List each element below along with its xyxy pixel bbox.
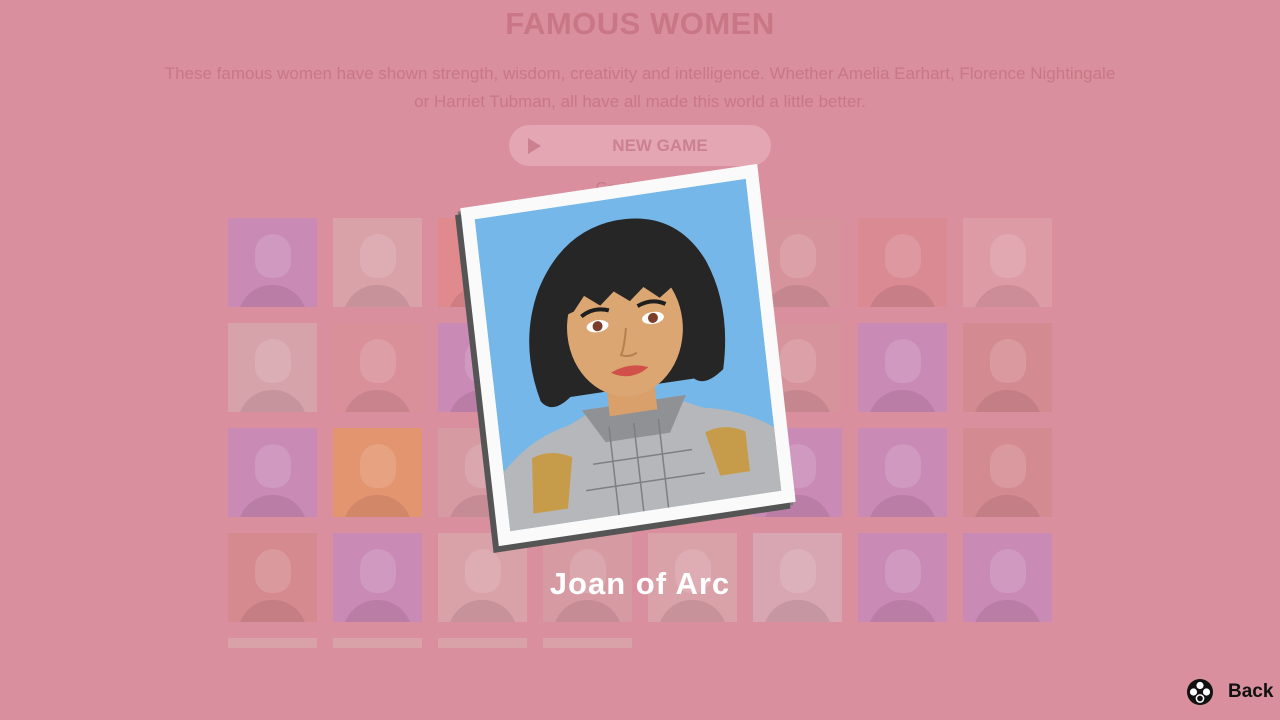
portrait-head xyxy=(255,339,291,383)
portrait-bust xyxy=(973,600,1042,622)
memory-card[interactable] xyxy=(963,428,1052,517)
portrait-bust xyxy=(238,390,307,412)
memory-card[interactable] xyxy=(963,323,1052,412)
portrait-head xyxy=(255,444,291,488)
portrait-bust xyxy=(343,285,412,307)
portrait-bust xyxy=(553,600,622,622)
memory-card[interactable] xyxy=(543,638,632,648)
portrait-head xyxy=(990,444,1026,488)
memory-card[interactable] xyxy=(333,428,422,517)
new-game-label: NEW GAME xyxy=(612,136,708,155)
memory-card[interactable] xyxy=(228,638,317,648)
memory-card[interactable] xyxy=(228,218,317,307)
revealed-card xyxy=(460,163,796,547)
new-game-button[interactable]: NEW GAME xyxy=(509,125,771,166)
portrait-bust xyxy=(973,390,1042,412)
portrait-head xyxy=(990,339,1026,383)
portrait-bust xyxy=(973,285,1042,307)
memory-card[interactable] xyxy=(858,323,947,412)
portrait-bust xyxy=(343,495,412,517)
portrait-bust xyxy=(868,390,937,412)
portrait-bust xyxy=(343,600,412,622)
memory-card[interactable] xyxy=(228,428,317,517)
card-name: Joan of Arc xyxy=(549,566,731,601)
portrait-bust xyxy=(238,285,307,307)
memory-card[interactable] xyxy=(333,323,422,412)
portrait-head xyxy=(990,234,1026,278)
portrait-bust xyxy=(238,600,307,622)
portrait-bust xyxy=(238,495,307,517)
memory-card[interactable] xyxy=(228,323,317,412)
play-icon xyxy=(528,138,541,154)
portrait-head xyxy=(360,444,396,488)
portrait-head xyxy=(885,339,921,383)
portrait-head xyxy=(255,234,291,278)
portrait-head xyxy=(885,234,921,278)
portrait-bust xyxy=(343,390,412,412)
page-title: FAMOUS WOMEN xyxy=(505,6,775,41)
memory-card[interactable] xyxy=(963,218,1052,307)
portrait-bust xyxy=(448,600,517,622)
portrait-head xyxy=(360,339,396,383)
back-label: Back xyxy=(1228,681,1274,702)
memory-card[interactable] xyxy=(438,638,527,648)
portrait-bust xyxy=(868,495,937,517)
portrait-head xyxy=(360,234,396,278)
memory-card[interactable] xyxy=(333,218,422,307)
portrait-bust xyxy=(868,600,937,622)
memory-card[interactable] xyxy=(858,218,947,307)
controller-buttons-icon xyxy=(1187,679,1213,705)
portrait-head xyxy=(780,339,816,383)
page-description: These famous women have shown strength, … xyxy=(164,64,1116,111)
portrait-bust xyxy=(868,285,937,307)
portrait-head xyxy=(780,234,816,278)
portrait-bust xyxy=(658,600,727,622)
memory-card[interactable] xyxy=(333,638,422,648)
portrait-bust xyxy=(763,285,832,307)
portrait-bust xyxy=(973,495,1042,517)
portrait-bust xyxy=(763,600,832,622)
memory-card[interactable] xyxy=(858,428,947,517)
joan-of-arc-portrait xyxy=(474,178,782,532)
back-button[interactable]: Back xyxy=(1186,678,1273,706)
portrait-head xyxy=(885,444,921,488)
